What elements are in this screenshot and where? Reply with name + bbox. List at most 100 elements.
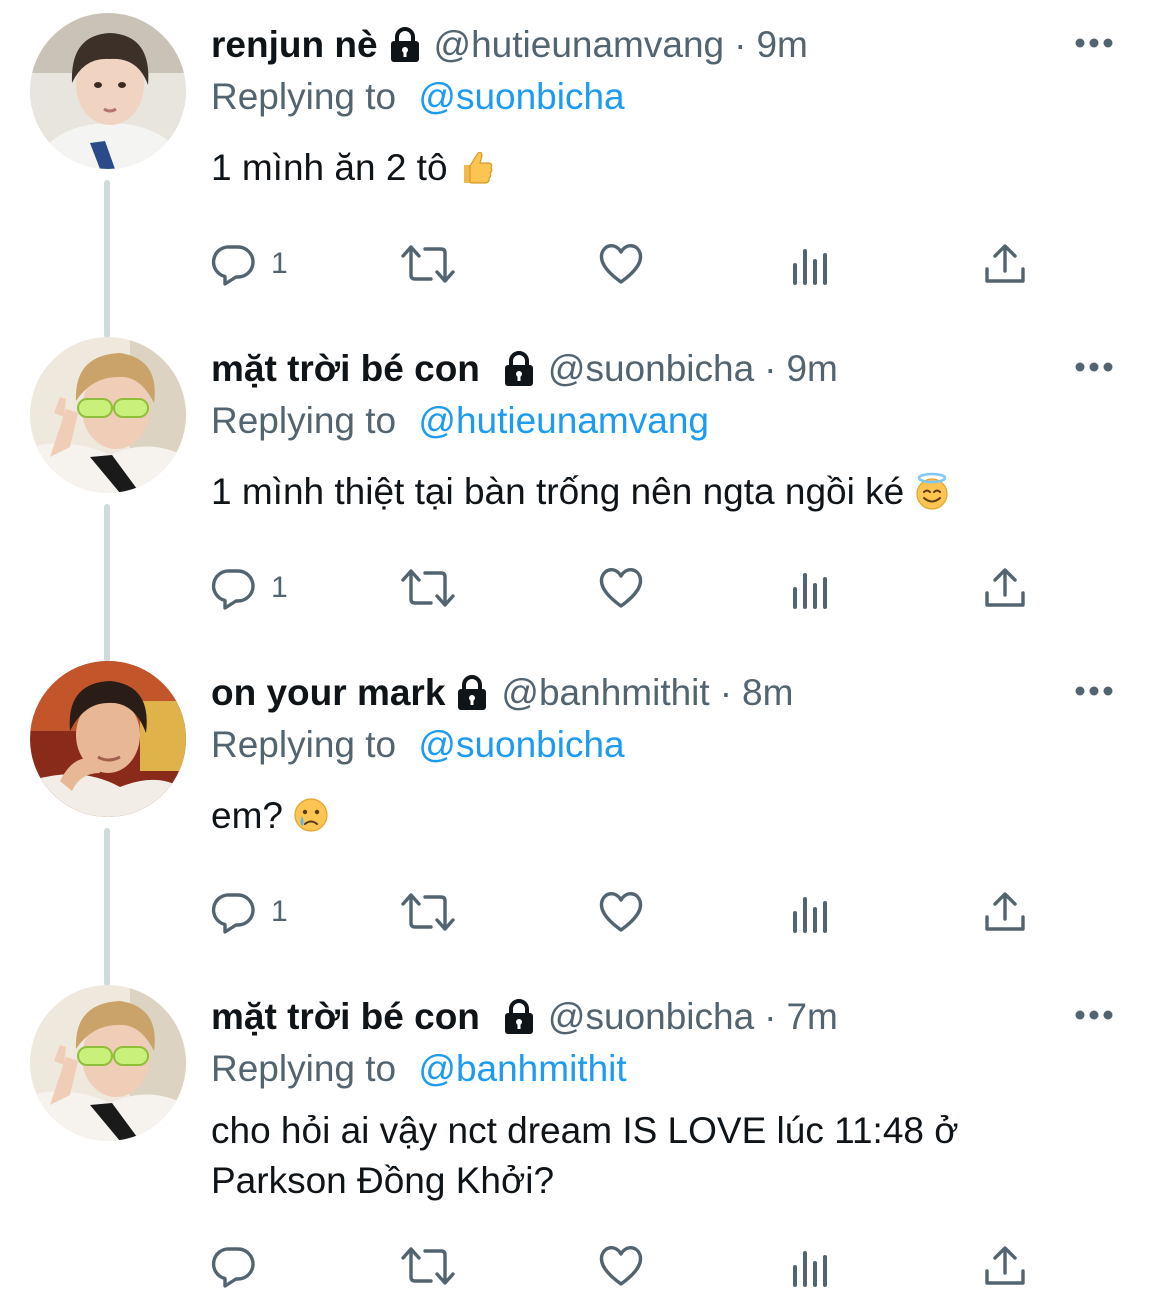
analytics-icon (791, 565, 833, 611)
reply-count: 1 (271, 895, 288, 928)
retweet-icon (399, 1243, 457, 1289)
analytics-icon (791, 889, 833, 935)
reply-icon (211, 241, 257, 287)
tweet-actions (211, 1236, 1111, 1296)
reply-button[interactable]: 1 (211, 558, 288, 618)
replying-to-line: Replying to @suonbicha (211, 720, 625, 770)
tweet-text: em? (211, 791, 1091, 841)
lock-icon (502, 350, 536, 388)
analytics-icon (791, 241, 833, 287)
retweet-button[interactable] (399, 882, 457, 942)
analytics-button[interactable] (791, 234, 833, 294)
tweet-header: mặt trời bé con @suonbicha · 9m (211, 344, 838, 394)
display-name[interactable]: mặt trời bé con (211, 344, 480, 394)
more-options-icon[interactable] (1074, 1008, 1114, 1022)
tweet-actions: 1 (211, 234, 1111, 294)
display-name[interactable]: on your mark (211, 668, 445, 718)
retweet-icon (399, 565, 457, 611)
user-handle[interactable]: @suonbicha (548, 992, 754, 1042)
reply-button[interactable] (211, 1236, 271, 1296)
retweet-icon (399, 241, 457, 287)
share-button[interactable] (983, 558, 1027, 618)
share-button[interactable] (983, 1236, 1027, 1296)
thumbs-up-emoji (456, 147, 496, 187)
replying-to-label: Replying to (211, 1048, 397, 1089)
reply-mention-link[interactable]: @banhmithit (418, 1048, 626, 1089)
reply-icon (211, 889, 257, 935)
tweet-text-line: cho hỏi ai vậy nct dream IS LOVE lúc 11:… (211, 1110, 959, 1151)
user-handle[interactable]: @banhmithit (501, 668, 709, 718)
more-options-icon[interactable] (1074, 684, 1114, 698)
retweet-button[interactable] (399, 558, 457, 618)
retweet-button[interactable] (399, 234, 457, 294)
lock-icon (388, 26, 422, 64)
tweet-header: on your mark @banhmithit · 8m (211, 668, 793, 718)
replying-to-line: Replying to @suonbicha (211, 72, 625, 122)
like-button[interactable] (597, 882, 645, 942)
tweet-text: 1 mình thiệt tại bàn trống nên ngta ngồi… (211, 467, 1111, 517)
reply-count: 1 (271, 571, 288, 604)
lock-icon (502, 998, 536, 1036)
reply-button[interactable]: 1 (211, 234, 288, 294)
tweet-header: mặt trời bé con @suonbicha · 7m (211, 992, 838, 1042)
reply-mention-link[interactable]: @suonbicha (418, 76, 624, 117)
share-icon (983, 1243, 1027, 1289)
more-options-icon[interactable] (1074, 360, 1114, 374)
display-name[interactable]: mặt trời bé con (211, 992, 480, 1042)
separator-dot: · (764, 996, 777, 1037)
replying-to-line: Replying to @hutieunamvang (211, 396, 709, 446)
tweet[interactable]: mặt trời bé con @suonbicha · 7m Replying… (0, 972, 1170, 1314)
retweet-button[interactable] (399, 1236, 457, 1296)
avatar[interactable] (30, 13, 186, 169)
timestamp[interactable]: 8m (742, 668, 793, 718)
user-handle[interactable]: @suonbicha (548, 344, 754, 394)
reply-mention-link[interactable]: @suonbicha (418, 724, 624, 765)
heart-icon (597, 241, 645, 287)
lock-icon (455, 674, 489, 712)
heart-icon (597, 889, 645, 935)
crying-face-emoji (291, 795, 331, 835)
reply-icon (211, 1243, 257, 1289)
timestamp[interactable]: 9m (786, 344, 837, 394)
smiling-face-with-halo-emoji (912, 471, 952, 511)
analytics-button[interactable] (791, 1236, 833, 1296)
user-handle[interactable]: @hutieunamvang (434, 20, 725, 70)
display-name[interactable]: renjun nè (211, 20, 378, 70)
tweet-text: 1 mình ăn 2 tô (211, 143, 1091, 193)
analytics-icon (791, 1243, 833, 1289)
analytics-button[interactable] (791, 882, 833, 942)
share-button[interactable] (983, 234, 1027, 294)
avatar[interactable] (30, 337, 186, 493)
more-options-icon[interactable] (1074, 36, 1114, 50)
share-icon (983, 241, 1027, 287)
reply-count: 1 (271, 247, 288, 280)
heart-icon (597, 565, 645, 611)
like-button[interactable] (597, 558, 645, 618)
tweet-text-line: Parkson Đồng Khởi? (211, 1160, 555, 1201)
timestamp[interactable]: 7m (786, 992, 837, 1042)
analytics-button[interactable] (791, 558, 833, 618)
share-icon (983, 889, 1027, 935)
replying-to-line: Replying to @banhmithit (211, 1044, 627, 1094)
share-icon (983, 565, 1027, 611)
like-button[interactable] (597, 1236, 645, 1296)
replying-to-label: Replying to (211, 76, 397, 117)
tweet[interactable]: renjun nè @hutieunamvang · 9m Replying t… (0, 0, 1170, 324)
tweet-text-content: 1 mình ăn 2 tô (211, 147, 448, 188)
separator-dot: · (719, 672, 733, 713)
reply-mention-link[interactable]: @hutieunamvang (418, 400, 709, 441)
separator-dot: · (764, 348, 777, 389)
timestamp[interactable]: 9m (756, 20, 807, 70)
tweet[interactable]: mặt trời bé con @suonbicha · 9m Replying… (0, 324, 1170, 648)
share-button[interactable] (983, 882, 1027, 942)
avatar[interactable] (30, 985, 186, 1141)
tweet-header: renjun nè @hutieunamvang · 9m (211, 20, 808, 70)
avatar[interactable] (30, 661, 186, 817)
tweet-actions: 1 (211, 558, 1111, 618)
like-button[interactable] (597, 234, 645, 294)
replying-to-label: Replying to (211, 724, 397, 765)
reply-button[interactable]: 1 (211, 882, 288, 942)
tweet-text-content: em? (211, 795, 283, 836)
tweet[interactable]: on your mark @banhmithit · 8m Replying t… (0, 648, 1170, 972)
tweet-actions: 1 (211, 882, 1111, 942)
